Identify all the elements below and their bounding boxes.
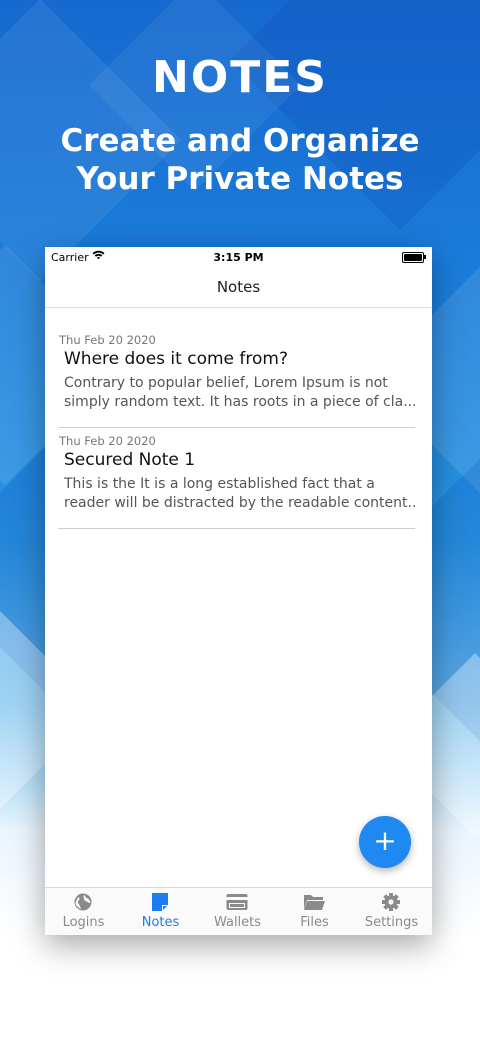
promo-subtitle-line: Create and Organize <box>60 123 420 159</box>
tab-label: Settings <box>364 915 419 930</box>
note-preview: Contrary to popular belief, Lorem Ipsum … <box>64 374 416 412</box>
add-note-button[interactable]: + <box>359 816 411 868</box>
note-title: Where does it come from? <box>64 349 288 369</box>
tab-label: Wallets <box>213 915 262 930</box>
note-preview-line: Contrary to popular belief, Lorem Ipsum … <box>64 375 388 391</box>
tab-label: Notes <box>141 915 180 930</box>
tab-label: Files <box>300 915 329 930</box>
note-list-item[interactable]: Thu Feb 20 2020 Secured Note 1 This is t… <box>58 428 416 529</box>
promo-title: NOTES <box>152 52 328 103</box>
note-preview-line: reader will be distracted by the readabl… <box>64 495 416 511</box>
status-time: 3:15 PM <box>213 251 264 264</box>
card-icon <box>226 894 248 910</box>
folder-icon <box>304 895 325 910</box>
promo-subtitle-line: Your Private Notes <box>76 161 404 197</box>
note-preview-line: This is the It is a long established fac… <box>64 476 375 492</box>
note-list-item[interactable]: Thu Feb 20 2020 Where does it come from?… <box>58 327 416 428</box>
note-icon <box>152 893 168 911</box>
tab-wallets[interactable]: Wallets <box>199 888 276 935</box>
status-bar: Carrier 3:15 PM <box>45 247 432 267</box>
note-preview: This is the It is a long established fac… <box>64 475 416 513</box>
note-title: Secured Note 1 <box>64 450 196 470</box>
page-title: Notes <box>216 278 261 296</box>
tab-settings[interactable]: Settings <box>353 888 430 935</box>
tab-files[interactable]: Files <box>276 888 353 935</box>
phone-screen: Carrier 3:15 PM Notes Thu Feb 20 2020 Wh… <box>45 247 432 935</box>
tab-logins[interactable]: Logins <box>45 888 122 935</box>
plus-icon: + <box>373 824 397 857</box>
globe-icon <box>74 893 92 911</box>
tab-notes[interactable]: Notes <box>122 888 199 935</box>
battery-icon <box>402 252 426 263</box>
tab-label: Logins <box>62 915 105 930</box>
note-date: Thu Feb 20 2020 <box>59 434 156 448</box>
gear-icon <box>382 893 400 911</box>
note-preview-line: simply random text. It has roots in a pi… <box>64 394 416 410</box>
tab-bar: Logins Notes Wallets Files Settings <box>45 887 432 935</box>
note-date: Thu Feb 20 2020 <box>59 333 156 347</box>
navigation-bar: Notes <box>45 267 432 308</box>
promo-subtitle: Create and Organize Your Private Notes <box>0 122 480 198</box>
